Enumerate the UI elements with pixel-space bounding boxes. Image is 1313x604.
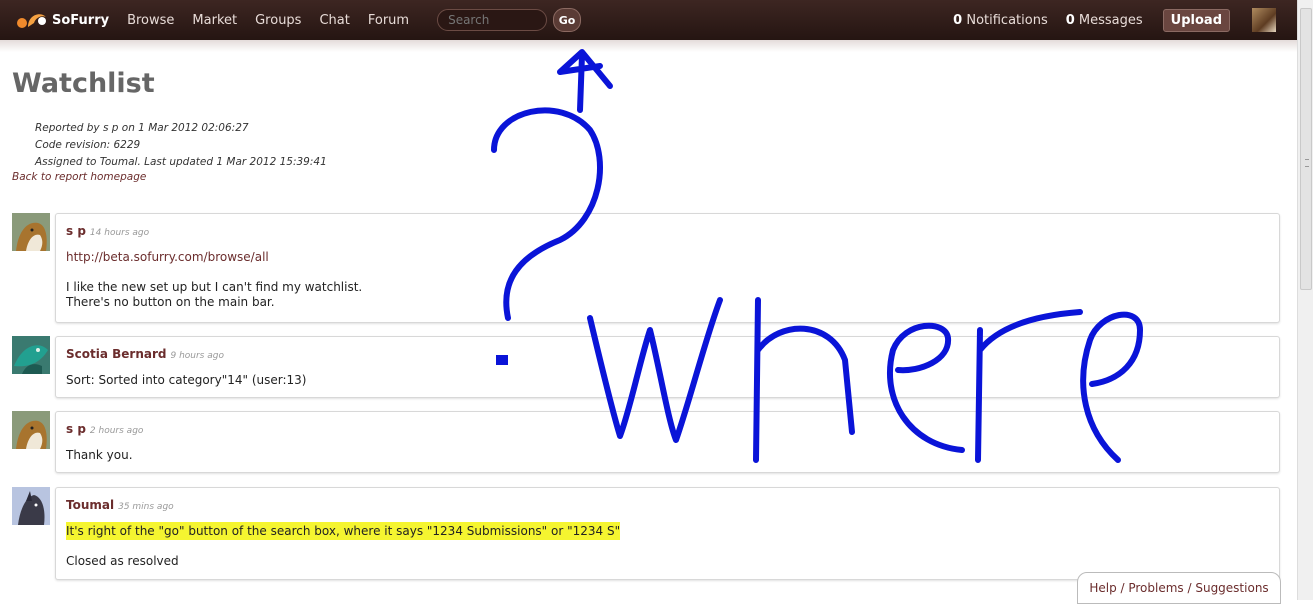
comment-box: s p 14 hours ago http://beta.sofurry.com/… xyxy=(55,213,1280,323)
report-meta: Reported by s p on 1 Mar 2012 02:06:27 C… xyxy=(35,120,327,171)
site-name: SoFurry xyxy=(52,12,110,28)
comment-body: http://beta.sofurry.com/browse/all I lik… xyxy=(66,250,1269,310)
sofurry-logo-icon xyxy=(17,14,46,28)
comment-item: Scotia Bernard 9 hours ago Sort: Sorted i… xyxy=(12,336,1280,398)
comment-body: Thank you. xyxy=(66,448,1269,463)
go-button[interactable]: Go xyxy=(553,8,582,32)
help-problems-suggestions-tab[interactable]: Help / Problems / Suggestions xyxy=(1077,572,1281,604)
comment-text-line: Thank you. xyxy=(66,448,133,462)
comment-author[interactable]: s p xyxy=(66,422,86,436)
nav-browse[interactable]: Browse xyxy=(127,13,174,28)
collie-avatar-icon[interactable] xyxy=(12,213,50,251)
nav-chat[interactable]: Chat xyxy=(319,13,349,28)
report-meta-reported: Reported by s p on 1 Mar 2012 02:06:27 xyxy=(35,122,249,134)
comment-time: 35 mins ago xyxy=(118,502,174,512)
comment-box: Toumal 35 mins ago It's right of the "go"… xyxy=(55,487,1280,580)
upload-button[interactable]: Upload xyxy=(1162,8,1230,32)
notifications-link[interactable]: 0 Notifications xyxy=(953,13,1048,28)
page-scrollbar[interactable] xyxy=(1297,0,1313,600)
comment-time: 2 hours ago xyxy=(89,426,144,436)
user-avatar[interactable] xyxy=(1252,8,1276,32)
teal-creature-avatar-icon[interactable] xyxy=(12,336,50,374)
comment-body: It's right of the "go" button of the sea… xyxy=(66,522,1269,569)
wolf-avatar-icon[interactable] xyxy=(12,487,50,525)
collie-avatar-icon[interactable] xyxy=(12,411,50,449)
comment-box: s p2 hours ago Thank you. xyxy=(55,411,1280,473)
comment-text-line: Sort: Sorted into category"14" (user:13) xyxy=(66,373,307,387)
notifications-label: Notifications xyxy=(966,12,1048,28)
comment-author[interactable]: Scotia Bernard xyxy=(66,347,166,361)
back-to-report-homepage-link[interactable]: Back to report homepage xyxy=(12,171,146,183)
scrollbar-thumb[interactable] xyxy=(1300,8,1312,290)
comment-url-link[interactable]: http://beta.sofurry.com/browse/all xyxy=(66,250,1269,265)
annotation-arrow-icon xyxy=(557,49,613,113)
site-logo[interactable]: SoFurry xyxy=(16,11,109,29)
comment-time: 14 hours ago xyxy=(89,228,150,238)
comment-item: Toumal 35 mins ago It's right of the "go"… xyxy=(12,487,1280,580)
comment-time: 9 hours ago xyxy=(170,351,224,361)
page-title: Watchlist xyxy=(12,68,155,99)
report-meta-revision: Code revision: 6229 xyxy=(35,139,141,151)
nav-groups[interactable]: Groups xyxy=(255,13,301,28)
search-input[interactable] xyxy=(437,9,548,31)
comment-text-line: Closed as resolved xyxy=(66,554,179,568)
notifications-count: 0 xyxy=(953,12,963,28)
comment-text-line: There's no button on the main bar. xyxy=(66,295,275,309)
nav-market[interactable]: Market xyxy=(192,13,237,28)
top-navigation-bar: SoFurry Browse Market Groups Chat Forum … xyxy=(0,0,1298,40)
comment-author[interactable]: s p xyxy=(66,224,86,238)
messages-link[interactable]: 0 Messages xyxy=(1066,13,1143,28)
messages-count: 0 xyxy=(1065,12,1075,28)
topbar-shadow xyxy=(0,40,1298,52)
messages-label: Messages xyxy=(1078,12,1143,28)
comment-text-line: I like the new set up but I can't find m… xyxy=(66,280,363,294)
comment-author[interactable]: Toumal xyxy=(66,498,114,512)
comment-box: Scotia Bernard 9 hours ago Sort: Sorted i… xyxy=(55,336,1280,398)
comment-body: Sort: Sorted into category"14" (user:13) xyxy=(66,373,1269,388)
comment-item: s p2 hours ago Thank you. xyxy=(12,411,1280,473)
comment-item: s p 14 hours ago http://beta.sofurry.com/… xyxy=(12,213,1280,323)
scrollbar-grip-icon xyxy=(1305,159,1309,167)
highlighted-comment-text: It's right of the "go" button of the sea… xyxy=(66,522,621,540)
user-nav: 0 Notifications 0 Messages Upload xyxy=(935,8,1276,32)
report-meta-assigned: Assigned to Toumal. Last updated 1 Mar 2… xyxy=(35,156,327,168)
nav-forum[interactable]: Forum xyxy=(368,13,409,28)
